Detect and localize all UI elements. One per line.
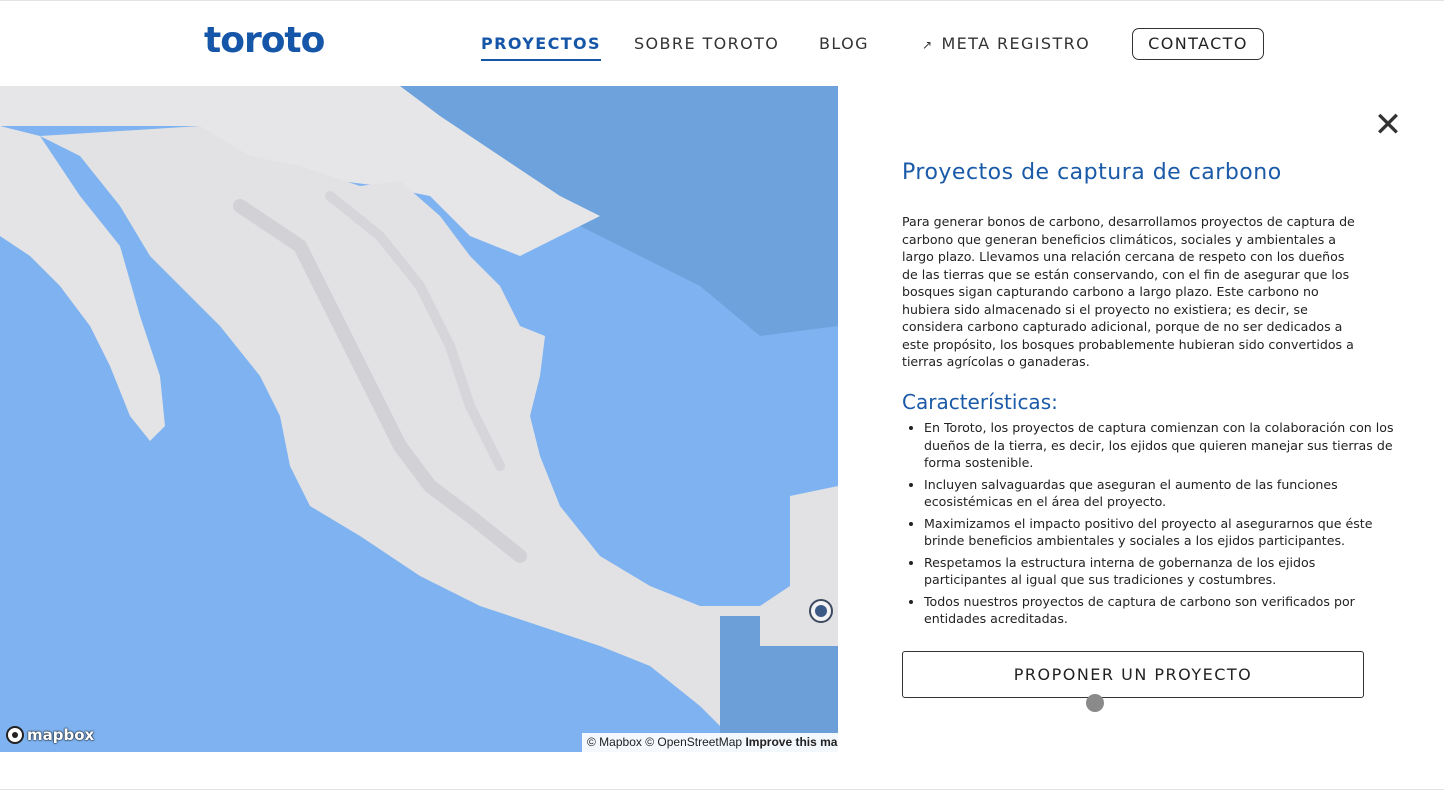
- project-map[interactable]: [0, 86, 838, 752]
- map-attribution: © Mapbox © OpenStreetMap Improve this ma…: [582, 733, 843, 752]
- nav-sobre-toroto[interactable]: SOBRE TOROTO: [634, 31, 779, 59]
- attribution-osm[interactable]: © OpenStreetMap: [645, 735, 742, 749]
- feature-item: En Toroto, los proyectos de captura comi…: [924, 419, 1394, 472]
- features-title: Características:: [902, 390, 1058, 414]
- feature-item: Incluyen salvaguardas que aseguran el au…: [924, 476, 1394, 511]
- close-icon[interactable]: ✕: [1373, 108, 1403, 142]
- panel-title: Proyectos de captura de carbono: [902, 160, 1282, 185]
- external-link-icon: ↗: [922, 38, 934, 52]
- features-list: En Toroto, los proyectos de captura comi…: [902, 419, 1394, 632]
- attribution-improve[interactable]: Improve this map: [745, 735, 843, 749]
- feature-item: Maximizamos el impacto positivo del proy…: [924, 515, 1394, 550]
- mapbox-icon: [6, 726, 24, 744]
- contacto-button[interactable]: CONTACTO: [1132, 28, 1264, 60]
- nav-meta-registro-label: META REGISTRO: [941, 34, 1091, 53]
- mapbox-logo-text: mapbox: [27, 726, 95, 744]
- cursor-indicator: [1086, 694, 1104, 712]
- panel-description: Para generar bonos de carbono, desarroll…: [902, 214, 1355, 369]
- footer-strip: [0, 752, 1444, 790]
- feature-item: Respetamos la estructura interna de gobe…: [924, 554, 1394, 589]
- map-canvas: [0, 86, 838, 752]
- proponer-proyecto-button[interactable]: PROPONER UN PROYECTO: [902, 651, 1364, 698]
- nav-proyectos[interactable]: PROYECTOS: [481, 31, 601, 61]
- site-header: toroto PROYECTOS SOBRE TOROTO BLOG ↗ META…: [0, 0, 1444, 86]
- nav-blog[interactable]: BLOG: [819, 31, 869, 59]
- project-marker[interactable]: [809, 599, 833, 623]
- nav-meta-registro[interactable]: ↗ META REGISTRO: [922, 31, 1090, 59]
- attribution-mapbox[interactable]: © Mapbox: [587, 735, 642, 749]
- mapbox-logo[interactable]: mapbox: [6, 724, 94, 746]
- feature-item: Todos nuestros proyectos de captura de c…: [924, 593, 1394, 628]
- toroto-logo[interactable]: toroto: [204, 19, 325, 63]
